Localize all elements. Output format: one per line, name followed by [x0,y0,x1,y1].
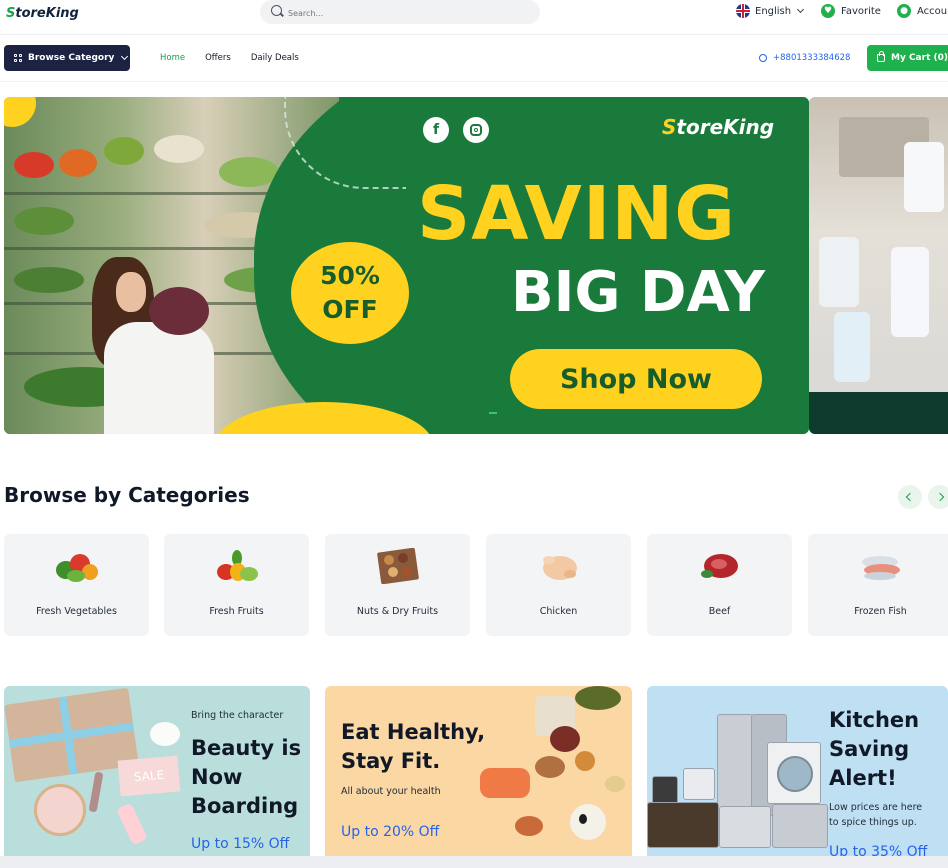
language-label: English [755,5,792,17]
promo-card-healthy[interactable]: Eat Healthy, Stay Fit. All about your he… [325,686,632,868]
hero-brand-logo: StoreKing [662,115,775,139]
phone-number: +8801333384628 [773,53,851,63]
nav-link-daily-deals[interactable]: Daily Deals [251,53,299,63]
hero-banner[interactable]: 50% OFF f StoreKing SAVING BIG DAY Shop … [4,97,809,434]
tv-image [647,802,719,848]
search-input[interactable] [286,4,530,22]
language-selector[interactable]: English [736,4,805,18]
carousel-indicator[interactable] [489,412,497,414]
nav-bar: Browse Category Home Offers Daily Deals … [0,35,948,82]
promo-title: Eat Healthy, Stay Fit. [341,720,486,773]
window-bottom-strip [0,856,948,868]
category-label: Beef [708,606,731,617]
uk-flag-icon [736,4,750,18]
shopping-bag-icon [877,51,885,62]
promo-subtitle: Low prices are here to spice things up. [829,802,923,828]
discount-percent: 50% [320,261,380,290]
grid-icon [14,54,22,62]
browse-categories-title: Browse by Categories [4,483,250,507]
category-label: Chicken [539,606,578,617]
account-label: Account [917,5,948,17]
browse-category-button[interactable]: Browse Category [4,45,130,71]
vegetables-icon [55,554,98,582]
promo-offer[interactable]: Up to 15% Off [191,836,289,852]
chevron-down-icon [797,5,805,14]
refrigerator-image [717,714,753,816]
user-icon: ● [897,4,911,18]
logo-text: toreKing [15,5,79,21]
search-bar[interactable] [260,0,540,24]
favorite-link[interactable]: ♥ Favorite [821,4,881,18]
promo-title: Beauty is Now Boarding [191,736,302,818]
account-link[interactable]: ● Account [897,4,948,18]
headset-icon [759,54,767,62]
shop-now-button[interactable]: Shop Now [510,349,762,409]
chicken-icon [542,556,577,580]
hero-headline-saving: SAVING [417,171,737,257]
instagram-icon[interactable] [463,117,489,143]
discount-off: OFF [322,295,378,324]
category-card-chicken[interactable]: Chicken [486,534,631,636]
top-header: StoreKing English ♥ Favorite ● Account [0,0,948,35]
promo-card-kitchen[interactable]: Kitchen Saving Alert! Low prices are her… [647,686,948,868]
category-label: Fresh Vegetables [36,606,117,617]
category-card-fresh-vegetables[interactable]: Fresh Vegetables [4,534,149,636]
chevron-left-icon [905,492,915,502]
store-logo[interactable]: StoreKing [6,4,79,22]
chevron-down-icon [121,52,129,61]
chevron-right-icon [935,492,945,502]
promo-subtitle: Bring the character [191,710,284,721]
category-card-fresh-fruits[interactable]: Fresh Fruits [164,534,309,636]
sale-tag-image: SALE [117,755,181,797]
category-card-frozen-fish[interactable]: Frozen Fish [808,534,948,636]
fruits-icon [216,550,258,581]
category-card-nuts-dry-fruits[interactable]: Nuts & Dry Fruits [325,534,470,636]
nav-link-home[interactable]: Home [160,53,185,63]
compact-powder-image [34,784,86,836]
categories-prev-button[interactable] [898,485,922,509]
next-hero-slide[interactable] [809,97,948,434]
promo-card-beauty[interactable]: SALE Bring the character Beauty is Now B… [4,686,310,868]
promo-subtitle: All about your health [341,786,441,797]
my-cart-button[interactable]: My Cart (0) [867,45,948,71]
browse-category-label: Browse Category [28,53,115,63]
fish-icon [861,556,900,580]
search-icon [271,5,282,16]
category-label: Frozen Fish [854,606,907,617]
hero-headline-big-day: BIG DAY [511,260,765,325]
promo-offer[interactable]: Up to 20% Off [341,824,439,840]
category-label: Fresh Fruits [209,606,264,617]
category-card-beef[interactable]: Beef [647,534,792,636]
main-nav-links: Home Offers Daily Deals [160,53,319,63]
facebook-icon[interactable]: f [423,117,449,143]
support-phone[interactable]: +8801333384628 [759,53,850,63]
nuts-icon [376,548,419,584]
discount-badge: 50% OFF [291,242,409,344]
cart-label: My Cart (0) [891,53,948,63]
promo-title: Kitchen Saving Alert! [829,708,920,790]
nav-link-offers[interactable]: Offers [205,53,231,63]
heart-icon: ♥ [821,4,835,18]
favorite-label: Favorite [841,5,881,17]
categories-next-button[interactable] [928,485,948,509]
category-label: Nuts & Dry Fruits [356,606,439,617]
beef-icon [700,554,738,578]
